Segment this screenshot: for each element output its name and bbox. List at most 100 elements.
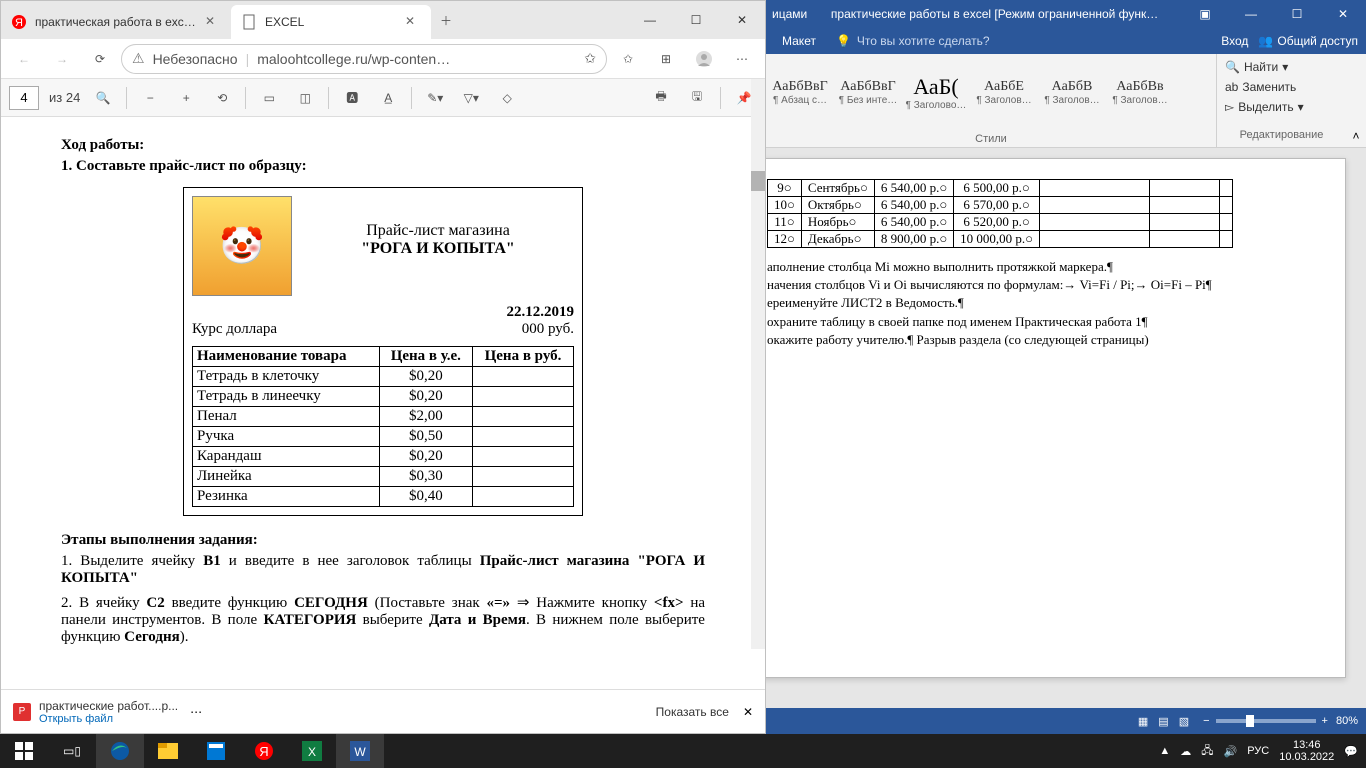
forward-button[interactable]: →: [45, 42, 79, 76]
step-text-2: 2. В ячейку C2 введите функцию СЕГОДНЯ (…: [61, 593, 705, 646]
find-button[interactable]: 🔍Найти ▾: [1223, 58, 1340, 76]
web-layout-icon[interactable]: ▧: [1179, 715, 1189, 728]
task-view-icon[interactable]: ▭▯: [48, 734, 96, 768]
print-icon[interactable]: 🖶: [648, 85, 674, 111]
tab-strip: Я практическая работа в excel — ✕ EXCEL …: [1, 1, 627, 39]
search-icon[interactable]: 🔍: [90, 85, 116, 111]
tell-me[interactable]: 💡 Что вы хотите сделать?: [826, 34, 1221, 48]
close-icon[interactable]: ✕: [405, 14, 421, 30]
close-icon[interactable]: ✕: [743, 705, 753, 719]
print-layout-icon[interactable]: ▤: [1158, 715, 1168, 728]
start-button[interactable]: [0, 734, 48, 768]
menu-icon[interactable]: ⋯: [725, 42, 759, 76]
zoom-slider[interactable]: [1216, 719, 1316, 723]
style-item[interactable]: АаБбВвГ¶ Абзац с…: [766, 54, 834, 131]
style-item[interactable]: АаБбЕ¶ Заголов…: [970, 54, 1038, 131]
styles-group: АаБбВвГ¶ Абзац с…АаБбВвГ¶ Без инте…АаБ(¶…: [766, 54, 1216, 147]
read-aloud-icon[interactable]: 🅰: [339, 85, 365, 111]
tab-2[interactable]: EXCEL ✕: [231, 5, 431, 39]
collections-icon[interactable]: ⊞: [649, 42, 683, 76]
edge-icon[interactable]: [96, 734, 144, 768]
scroll-thumb[interactable]: [751, 171, 765, 191]
back-button[interactable]: ←: [7, 42, 41, 76]
table-row: 12○Декабрь○8 900,00 р.○10 000,00 р.○: [768, 231, 1233, 248]
tray-icon[interactable]: ▲: [1159, 745, 1170, 757]
table-row: Тетрадь в клеточку$0,20: [193, 367, 574, 387]
chevron-down-icon: ▾: [1282, 60, 1288, 74]
zoom-out-icon[interactable]: −: [137, 85, 163, 111]
maximize-button[interactable]: ☐: [1274, 0, 1320, 28]
calculator-icon[interactable]: [192, 734, 240, 768]
star-icon[interactable]: ✩: [584, 50, 596, 67]
zoom-in-icon[interactable]: +: [1322, 715, 1328, 727]
zoom-label[interactable]: 80%: [1336, 715, 1358, 727]
tab-1[interactable]: Я практическая работа в excel — ✕: [1, 5, 231, 39]
price-title: Прайс-лист магазина "РОГА И КОПЫТА": [302, 196, 574, 296]
read-mode-icon[interactable]: ▦: [1138, 715, 1148, 728]
notifications-icon[interactable]: 💬: [1344, 745, 1358, 758]
edit-icon[interactable]: A̲: [375, 85, 401, 111]
toy-image: 🤡: [192, 196, 292, 296]
close-button[interactable]: ✕: [1320, 0, 1366, 28]
fit-page-icon[interactable]: ▭: [256, 85, 282, 111]
svg-text:W: W: [354, 745, 366, 759]
style-item[interactable]: АаБ(¶ Заголово…: [902, 54, 970, 131]
ribbon-display-icon[interactable]: ▣: [1182, 0, 1228, 28]
page-view-icon[interactable]: ◫: [292, 85, 318, 111]
reload-button[interactable]: ⟳: [83, 42, 117, 76]
word-icon[interactable]: W: [336, 734, 384, 768]
show-all[interactable]: Показать все: [656, 705, 729, 719]
favorites-icon[interactable]: ✩: [611, 42, 645, 76]
highlight-icon[interactable]: ▽▾: [458, 85, 484, 111]
style-item[interactable]: АаБбВв¶ Заголов…: [1106, 54, 1174, 131]
onedrive-icon[interactable]: ☁: [1180, 745, 1191, 758]
clock[interactable]: 13:46 10.03.2022: [1279, 739, 1334, 763]
table-row: Карандаш$0,20: [193, 447, 574, 467]
explorer-icon[interactable]: [144, 734, 192, 768]
close-button[interactable]: ✕: [719, 1, 765, 39]
lang-indicator[interactable]: РУС: [1247, 745, 1269, 757]
select-button[interactable]: ▻Выделить ▾: [1223, 98, 1340, 116]
chevron-down-icon: ▾: [1298, 100, 1304, 114]
network-icon[interactable]: 🖧: [1201, 742, 1213, 761]
table-row: Резинка$0,40: [193, 487, 574, 507]
more-icon[interactable]: ⋯: [190, 705, 202, 719]
zoom-in-icon[interactable]: +: [173, 85, 199, 111]
maximize-button[interactable]: ☐: [673, 1, 719, 39]
profile-icon[interactable]: [687, 42, 721, 76]
warning-icon: ⚠: [132, 50, 145, 67]
price-date: 22.12.2019: [507, 304, 575, 321]
tab-maket[interactable]: Макет: [772, 28, 826, 54]
erase-icon[interactable]: ◇: [494, 85, 520, 111]
zoom-out-icon[interactable]: −: [1203, 715, 1209, 727]
share-icon: 👥: [1258, 34, 1273, 48]
save-icon[interactable]: 🖫: [684, 85, 710, 111]
yandex-icon[interactable]: Я: [240, 734, 288, 768]
style-item[interactable]: АаБбВвГ¶ Без инте…: [834, 54, 902, 131]
word-document[interactable]: 9○Сентябрь○6 540,00 р.○6 500,00 р.○10○Ок…: [766, 148, 1366, 708]
style-item[interactable]: АаБбВ¶ Заголов…: [1038, 54, 1106, 131]
lightbulb-icon: 💡: [836, 34, 851, 48]
close-icon[interactable]: ✕: [205, 14, 221, 30]
login-button[interactable]: Вход: [1221, 34, 1248, 48]
volume-icon[interactable]: 🔊: [1224, 745, 1238, 758]
doc-title: практические работы в excel [Режим огран…: [807, 7, 1182, 21]
replace-button[interactable]: abЗаменить: [1223, 78, 1340, 96]
title-left: ицами: [766, 7, 807, 21]
heading: Ход работы:: [61, 137, 705, 154]
minimize-button[interactable]: —: [1228, 0, 1274, 28]
replace-icon: ab: [1225, 80, 1238, 94]
rotate-icon[interactable]: ⟲: [209, 85, 235, 111]
url-input[interactable]: ⚠ Небезопасно | maloohtcollege.ru/wp-con…: [121, 44, 607, 74]
table-row: Ручка$0,50: [193, 427, 574, 447]
draw-icon[interactable]: ✎▾: [422, 85, 448, 111]
new-tab-button[interactable]: ＋: [431, 1, 461, 39]
word-titlebar: ицами практические работы в excel [Режим…: [766, 0, 1366, 28]
collapse-ribbon-icon[interactable]: ˄: [1346, 54, 1366, 147]
scrollbar[interactable]: [751, 79, 765, 649]
minimize-button[interactable]: —: [627, 1, 673, 39]
share-button[interactable]: 👥 Общий доступ: [1258, 34, 1358, 48]
page-input[interactable]: [9, 86, 39, 110]
excel-icon[interactable]: X: [288, 734, 336, 768]
download-item[interactable]: P практические работ....р... Открыть фай…: [13, 699, 178, 725]
